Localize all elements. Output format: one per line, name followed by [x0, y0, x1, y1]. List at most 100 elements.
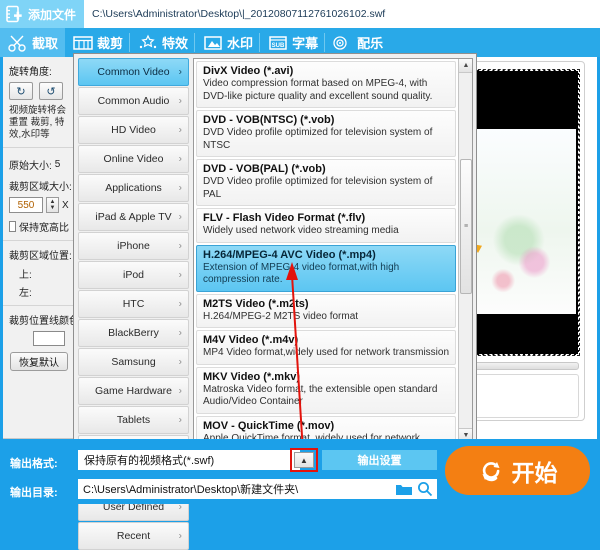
crop-left-label: 左:: [19, 288, 32, 299]
size-section: 原始大小: 5 裁剪区域大小: 550 ▲ ▼ X 保持宽高比: [3, 148, 74, 241]
tab-label: 配乐: [357, 36, 384, 51]
rotation-section: 旋转角度: ↻ ↺ 视频旋转将会重置 裁剪, 特效,水印等: [3, 57, 74, 148]
start-button[interactable]: 开始: [445, 446, 590, 495]
position-section: 裁剪区域位置: 上: 左:: [3, 241, 74, 306]
chevron-right-icon: ›: [178, 153, 182, 165]
tab-label: 字幕: [292, 36, 319, 51]
keep-ratio-row[interactable]: 保持宽高比: [9, 219, 69, 234]
format-list-scrollbar[interactable]: ▲ ≡ ▼: [458, 59, 472, 442]
tab-crop-capture[interactable]: 截取: [0, 28, 66, 57]
category-samsung[interactable]: Samsung ›: [78, 348, 189, 376]
chevron-right-icon: ›: [178, 182, 182, 194]
reset-defaults-button[interactable]: 恢复默认: [10, 352, 68, 371]
video-preview-image: [472, 129, 576, 314]
category-iphone[interactable]: iPhone ›: [78, 232, 189, 260]
output-format-field[interactable]: 保持原有的视频格式(*.swf): [78, 450, 300, 470]
category-label: HD Video: [111, 124, 156, 136]
format-item-m4v[interactable]: M4V Video (*.m4v) MP4 Video format,widel…: [196, 330, 456, 365]
format-title: M4V Video (*.m4v): [203, 334, 299, 346]
format-item-mkv[interactable]: MKV Video (*.mkv) Matroska Video format,…: [196, 366, 456, 414]
format-title: DVD - VOB(NTSC) (*.vob): [203, 114, 335, 126]
scroll-up-button[interactable]: ▲: [459, 59, 472, 73]
folder-icon[interactable]: [395, 481, 413, 497]
format-item-m2ts[interactable]: M2TS Video (*.m2ts) H.264/MPEG-2 M2TS vi…: [196, 293, 456, 328]
format-title: FLV - Flash Video Format (*.flv): [203, 212, 366, 224]
category-ipad-apple-tv[interactable]: iPad & Apple TV ›: [78, 203, 189, 231]
category-recent[interactable]: Recent ›: [78, 522, 189, 550]
chevron-right-icon: ›: [178, 385, 182, 397]
add-file-button[interactable]: 添加文件: [0, 0, 84, 28]
category-ipod[interactable]: iPod ›: [78, 261, 189, 289]
crop-width-stepper[interactable]: ▲ ▼: [46, 197, 59, 213]
tab-label: 特效: [162, 36, 189, 51]
category-htc[interactable]: HTC ›: [78, 290, 189, 318]
crop-size-separator: X: [62, 199, 69, 211]
audio-icon: [333, 35, 347, 50]
category-online-video[interactable]: Online Video ›: [78, 145, 189, 173]
output-dir-value: C:\Users\Administrator\Desktop\新建文件夹\: [83, 484, 299, 496]
chevron-right-icon: ›: [178, 66, 182, 78]
preview-controls-area: [469, 374, 579, 418]
category-label: Tablets: [116, 414, 151, 426]
crop-icon: [73, 35, 93, 50]
rotate-cw-button[interactable]: ↻: [9, 82, 33, 100]
search-icon[interactable]: [417, 481, 433, 497]
format-item-flv[interactable]: FLV - Flash Video Format (*.flv) Widely …: [196, 208, 456, 243]
output-dir-field[interactable]: C:\Users\Administrator\Desktop\新建文件夹\: [78, 479, 437, 499]
subtitle-icon: SUB: [269, 35, 287, 50]
format-title: DivX Video (*.avi): [203, 65, 294, 77]
crop-left-row: 左:: [9, 284, 69, 299]
rotate-ccw-button[interactable]: ↺: [39, 82, 63, 100]
scrollbar-thumb[interactable]: ≡: [460, 159, 472, 294]
category-label: Applications: [105, 182, 162, 194]
category-label: Samsung: [111, 356, 156, 368]
rotate-note: 视频旋转将会重置 裁剪, 特效,水印等: [9, 105, 67, 140]
category-label: Game Hardware: [94, 385, 173, 397]
format-list-panel: DivX Video (*.avi) Video compression for…: [193, 58, 473, 443]
add-file-icon: [5, 4, 25, 24]
keep-ratio-checkbox[interactable]: [9, 221, 16, 232]
format-title: MKV Video (*.mkv): [203, 370, 300, 383]
format-title: H.264/MPEG-4 AVC Video (*.mp4): [203, 248, 376, 261]
category-common-audio[interactable]: Common Audio ›: [78, 87, 189, 115]
format-category-list: Common Video › Common Audio › HD Video ›…: [74, 54, 192, 550]
svg-text:SUB: SUB: [272, 43, 285, 49]
preview-timeline-slider[interactable]: [469, 362, 579, 370]
chevron-right-icon: ›: [178, 269, 182, 281]
chevron-right-icon: ›: [178, 240, 182, 252]
line-color-section: 裁剪位置线颜色 恢复默认: [3, 306, 79, 377]
format-item-dvd-vob-ntsc[interactable]: DVD - VOB(NTSC) (*.vob) DVD Video profil…: [196, 110, 456, 157]
effects-icon: [139, 34, 157, 48]
format-description: Widely used network video streaming medi…: [203, 225, 399, 236]
category-applications[interactable]: Applications ›: [78, 174, 189, 202]
output-settings-button[interactable]: 输出设置: [322, 450, 437, 470]
format-item-dvd-vob-pal[interactable]: DVD - VOB(PAL) (*.vob) DVD Video profile…: [196, 159, 456, 206]
format-description: DVD Video profile optimized for televisi…: [203, 176, 433, 200]
original-size-label: 原始大小:: [9, 161, 52, 172]
chevron-right-icon: ›: [178, 298, 182, 310]
format-item-h264-mp4[interactable]: H.264/MPEG-4 AVC Video (*.mp4) Extension…: [196, 244, 456, 292]
format-description: Matroska Video format, the extensible op…: [203, 383, 438, 408]
video-preview-frame[interactable]: [468, 69, 580, 356]
format-item-divx-avi[interactable]: DivX Video (*.avi) Video compression for…: [196, 61, 456, 108]
add-file-label: 添加文件: [28, 7, 77, 22]
keep-ratio-label: 保持宽高比: [19, 223, 69, 234]
line-color-swatch[interactable]: [33, 331, 65, 346]
category-blackberry[interactable]: BlackBerry ›: [78, 319, 189, 347]
output-format-popup: Common Video › Common Audio › HD Video ›…: [73, 53, 477, 550]
original-size-value: 5: [54, 159, 61, 170]
category-tablets[interactable]: Tablets ›: [78, 406, 189, 434]
format-description: MP4 Video format,widely used for network…: [203, 347, 450, 358]
rotate-label: 旋转角度:: [9, 67, 52, 78]
category-common-video[interactable]: Common Video ›: [78, 58, 189, 86]
chevron-right-icon: ›: [178, 327, 182, 339]
category-game-hardware[interactable]: Game Hardware ›: [78, 377, 189, 405]
format-description: Extension of MPEG-4 video format,with hi…: [203, 261, 400, 286]
format-description: Video compression format based on MPEG-4…: [203, 78, 433, 102]
format-title: DVD - VOB(PAL) (*.vob): [203, 163, 326, 175]
category-hd-video[interactable]: HD Video ›: [78, 116, 189, 144]
crop-position-label: 裁剪区域位置:: [9, 251, 72, 262]
category-label: HTC: [122, 298, 145, 310]
chevron-right-icon: ›: [178, 356, 182, 368]
crop-width-input[interactable]: 550: [9, 197, 43, 213]
